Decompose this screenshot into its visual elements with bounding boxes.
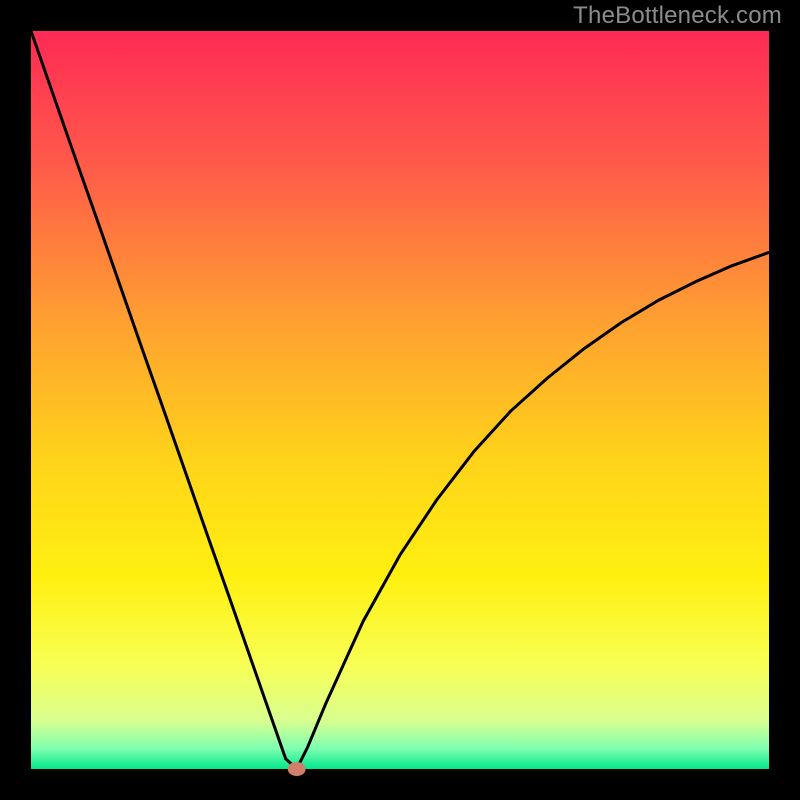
- chart-svg: [0, 0, 800, 800]
- chart-container: { "watermark": "TheBottleneck.com", "cha…: [0, 0, 800, 800]
- plot-background: [31, 31, 769, 769]
- watermark-text: TheBottleneck.com: [573, 2, 782, 30]
- optimum-marker: [288, 762, 306, 776]
